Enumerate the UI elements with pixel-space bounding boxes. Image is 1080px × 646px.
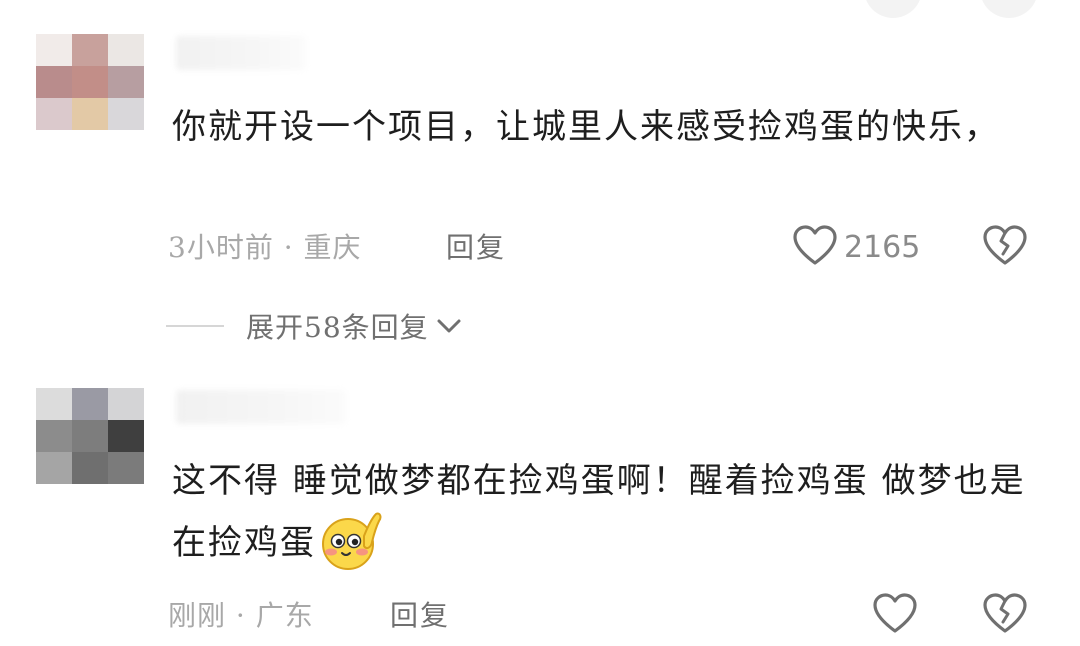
top-action-icon[interactable]: [980, 0, 1038, 18]
comment-text-body: 这不得 睡觉做梦都在捡鸡蛋啊！醒着捡鸡蛋 做梦也是在捡鸡蛋: [172, 461, 1026, 563]
chevron-down-icon: [435, 316, 463, 336]
dislike-button[interactable]: [982, 592, 1028, 638]
comment-text: 你就开设一个项目，让城里人来感受捡鸡蛋的快乐，: [172, 107, 1000, 147]
like-button[interactable]: [872, 592, 918, 638]
comment-list: 你就开设一个项目，让城里人来感受捡鸡蛋的快乐， 3小时前 · 重庆 回复 216…: [0, 0, 1080, 646]
reply-button[interactable]: 回复: [446, 226, 506, 266]
comment-time-location: 刚刚 · 广东: [168, 599, 314, 632]
username[interactable]: [176, 36, 306, 70]
expand-replies[interactable]: 展开58条回复: [166, 306, 463, 346]
comment-time-location: 3小时前 · 重庆: [168, 231, 362, 264]
divider-line: [166, 325, 224, 327]
top-action-icon[interactable]: [864, 0, 922, 18]
like-count: 2165: [844, 229, 921, 265]
blushing-face-emoji: [318, 512, 384, 576]
heart-outline-icon: [872, 592, 918, 638]
comment-text: 这不得 睡觉做梦都在捡鸡蛋啊！醒着捡鸡蛋 做梦也是在捡鸡蛋: [172, 450, 1042, 576]
broken-heart-icon: [982, 225, 1028, 270]
dislike-button[interactable]: [982, 224, 1028, 270]
avatar[interactable]: [36, 34, 144, 130]
heart-outline-icon: [792, 224, 838, 270]
avatar[interactable]: [36, 388, 144, 484]
reply-button[interactable]: 回复: [390, 594, 450, 634]
broken-heart-icon: [982, 593, 1028, 638]
username[interactable]: [176, 390, 346, 424]
expand-replies-label: 展开58条回复: [246, 311, 429, 344]
like-button[interactable]: 2165: [792, 224, 920, 270]
